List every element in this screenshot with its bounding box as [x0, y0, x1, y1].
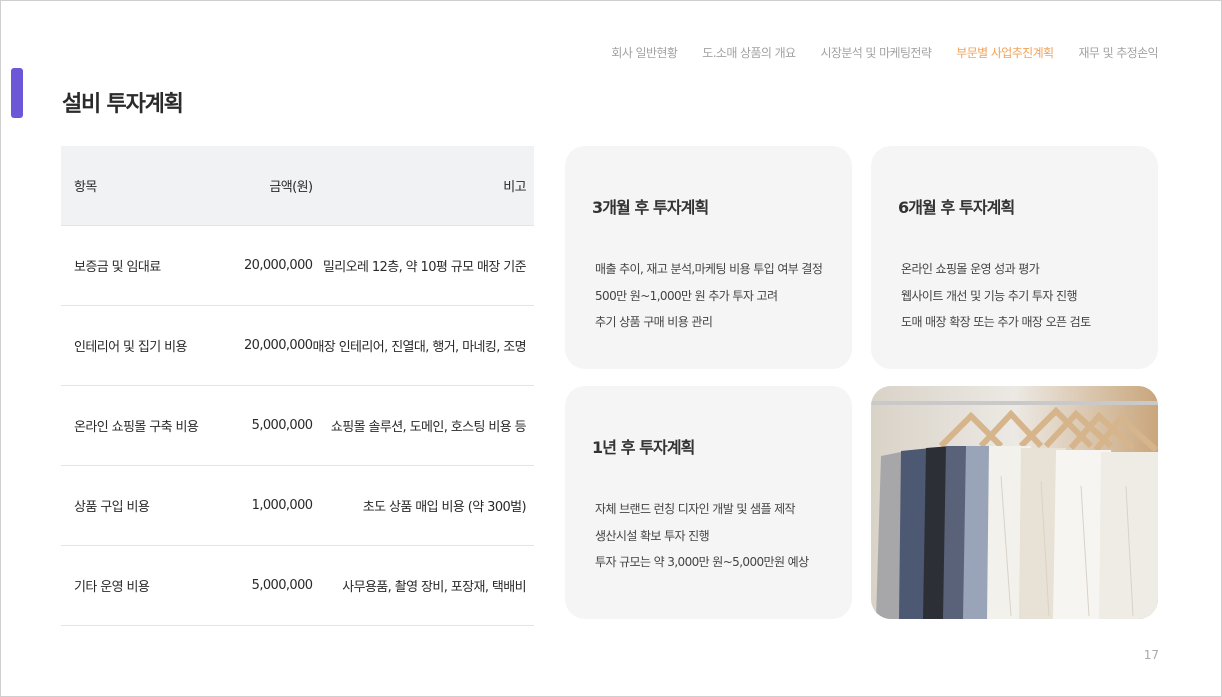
cell-amount: 20,000,000 [217, 305, 313, 386]
card-title: 6개월 후 투자계획 [898, 198, 1015, 217]
cell-item: 온라인 쇼핑몰 구축 비용 [61, 385, 218, 466]
card-title: 3개월 후 투자계획 [592, 198, 709, 217]
list-item: 추기 상품 구매 비용 관리 [595, 315, 713, 329]
cell-item: 기타 운영 비용 [61, 545, 218, 626]
card-list: 자체 브랜드 런칭 디자인 개발 및 샘플 제작 생산시설 확보 투자 진행 투… [595, 496, 809, 576]
card-list: 온라인 쇼핑몰 운영 성과 평가 웹사이트 개선 및 기능 추기 투자 진행 도… [901, 256, 1091, 336]
header-note: 비고 [312, 146, 534, 226]
cell-item: 인테리어 및 집기 비용 [61, 305, 218, 386]
cell-note: 초도 상품 매입 비용 (약 300벌) [312, 465, 534, 546]
cell-amount: 5,000,000 [217, 545, 313, 626]
table-row: 기타 운영 비용 5,000,000 사무용품, 촬영 장비, 포장재, 택배비 [61, 545, 534, 626]
cell-note: 쇼핑몰 솔루션, 도메인, 호스팅 비용 등 [312, 385, 534, 466]
list-item: 도매 매장 확장 또는 추가 매장 오픈 검토 [901, 315, 1091, 329]
page-title: 설비 투자계획 [62, 92, 184, 117]
list-item: 자체 브랜드 런칭 디자인 개발 및 샘플 제작 [595, 502, 796, 516]
table-row: 상품 구입 비용 1,000,000 초도 상품 매입 비용 (약 300벌) [61, 465, 534, 546]
nav-item-company-overview[interactable]: 회사 일반현황 [611, 44, 677, 61]
card-6-month-plan: 6개월 후 투자계획 온라인 쇼핑몰 운영 성과 평가 웹사이트 개선 및 기능… [871, 146, 1158, 369]
cell-item: 상품 구입 비용 [61, 465, 218, 546]
card-list: 매출 추이, 재고 분석,마케팅 비용 투입 여부 결정 500만 원~1,00… [595, 256, 823, 336]
card-title: 1년 후 투자계획 [592, 438, 695, 457]
card-1-year-plan: 1년 후 투자계획 자체 브랜드 런칭 디자인 개발 및 샘플 제작 생산시설 … [565, 386, 852, 619]
list-item: 투자 규모는 약 3,000만 원~5,000만원 예상 [595, 555, 809, 569]
nav-item-product-overview[interactable]: 도.소매 상품의 개요 [702, 44, 796, 61]
table-row: 인테리어 및 집기 비용 20,000,000 매장 인테리어, 진열대, 행거… [61, 305, 534, 386]
header-item: 항목 [61, 146, 218, 226]
page-number: 17 [1143, 648, 1159, 662]
nav-item-finance[interactable]: 재무 및 추정손익 [1078, 44, 1158, 61]
table-row: 온라인 쇼핑몰 구축 비용 5,000,000 쇼핑몰 솔루션, 도메인, 호스… [61, 385, 534, 466]
cell-note: 사무용품, 촬영 장비, 포장재, 택배비 [312, 545, 534, 626]
cell-item: 보증금 및 임대료 [61, 225, 218, 306]
table-row: 보증금 및 임대료 20,000,000 밀리오레 12층, 약 10평 규모 … [61, 225, 534, 306]
list-item: 매출 추이, 재고 분석,마케팅 비용 투입 여부 결정 [595, 262, 823, 276]
list-item: 생산시설 확보 투자 진행 [595, 528, 710, 543]
clothing-rack-photo [871, 386, 1158, 619]
clothing-rack-illustration [871, 386, 1158, 619]
investment-table: 항목 금액(원) 비고 보증금 및 임대료 20,000,000 밀리오레 12… [61, 146, 534, 626]
cell-note: 매장 인테리어, 진열대, 행거, 마네킹, 조명 [312, 305, 534, 386]
list-item: 500만 원~1,000만 원 추가 투자 고려 [595, 288, 778, 303]
table-header-row: 항목 금액(원) 비고 [61, 146, 534, 226]
title-accent-bar [11, 68, 23, 118]
card-3-month-plan: 3개월 후 투자계획 매출 추이, 재고 분석,마케팅 비용 투입 여부 결정 … [565, 146, 852, 369]
cell-amount: 1,000,000 [217, 465, 313, 546]
cell-note: 밀리오레 12층, 약 10평 규모 매장 기준 [312, 225, 534, 306]
cell-amount: 20,000,000 [217, 225, 313, 306]
nav-item-business-plan[interactable]: 부문별 사업추진계획 [956, 44, 1054, 61]
list-item: 웹사이트 개선 및 기능 추기 투자 진행 [901, 288, 1077, 303]
list-item: 온라인 쇼핑몰 운영 성과 평가 [901, 262, 1040, 276]
cell-amount: 5,000,000 [217, 385, 313, 466]
nav-item-market-analysis[interactable]: 시장분석 및 마케팅전략 [820, 44, 931, 61]
header-amount: 금액(원) [217, 146, 313, 226]
section-nav: 회사 일반현황 도.소매 상품의 개요 시장분석 및 마케팅전략 부문별 사업추… [611, 44, 1158, 61]
